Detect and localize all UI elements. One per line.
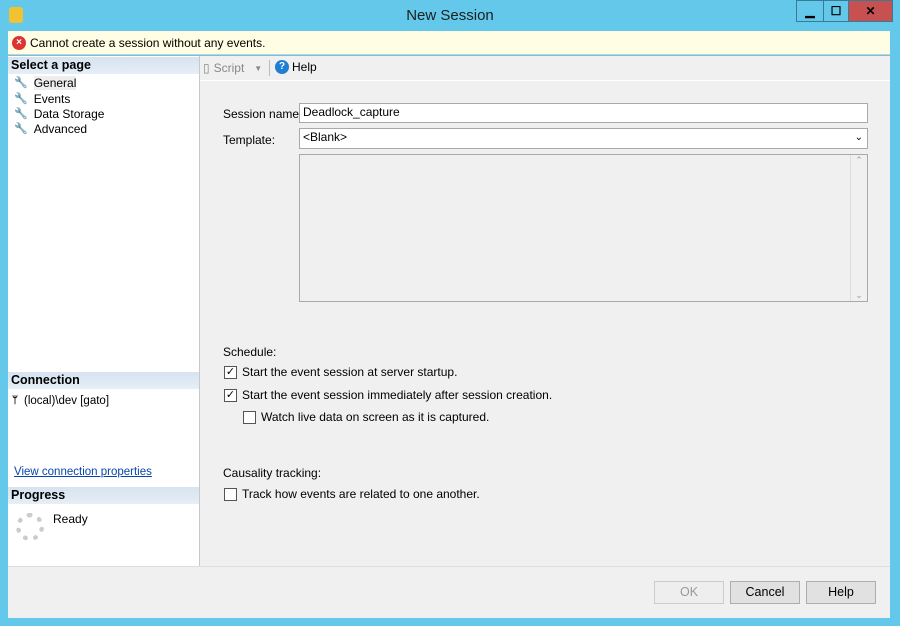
- sidebar-item-advanced[interactable]: 🔧 Advanced: [14, 121, 87, 136]
- startup-checkbox[interactable]: ✓: [224, 365, 237, 379]
- template-value: <Blank>: [303, 130, 348, 144]
- connection-header: Connection: [8, 372, 199, 389]
- schedule-label: Schedule:: [223, 345, 277, 359]
- script-button[interactable]: ▯ Script ▼: [203, 61, 262, 75]
- sidebar-item-label: Events: [33, 91, 71, 106]
- script-label: Script: [213, 61, 245, 75]
- connection-plug-icon: ᛘ: [12, 395, 18, 406]
- session-name-input[interactable]: Deadlock_capture: [299, 103, 868, 123]
- checkbox-label: Start the event session at server startu…: [242, 365, 458, 379]
- error-bar: × Cannot create a session without any ev…: [8, 31, 890, 55]
- progress-status: Ready: [53, 512, 88, 526]
- sidebar-item-label: Data Storage: [33, 106, 105, 121]
- checkbox-label: Track how events are related to one anot…: [242, 487, 480, 501]
- progress-spinner-icon: [16, 513, 44, 541]
- dropdown-arrow-icon: ▼: [254, 63, 263, 73]
- error-icon: ×: [12, 35, 26, 50]
- sidebar-item-general[interactable]: 🔧 General: [14, 75, 77, 90]
- close-icon: ✕: [865, 4, 876, 18]
- cancel-button[interactable]: Cancel: [730, 581, 800, 604]
- minimize-button[interactable]: ▁: [796, 0, 824, 22]
- main-panel: ▯ Script ▼ ? Help Session name: Deadlock_ca…: [200, 56, 890, 566]
- start-immediately-checkbox-row[interactable]: ✓ Start the event session immediately aft…: [224, 388, 552, 402]
- wrench-icon: 🔧: [14, 108, 28, 120]
- toolbar-divider: [269, 60, 270, 76]
- maximize-icon: ☐: [830, 4, 842, 18]
- sidebar-item-data-storage[interactable]: 🔧 Data Storage: [14, 106, 104, 121]
- scrollbar[interactable]: ⌃ ⌄: [850, 155, 867, 301]
- error-message: Cannot create a session without any even…: [30, 35, 266, 50]
- progress-header: Progress: [8, 487, 199, 504]
- wrench-icon: 🔧: [14, 93, 28, 105]
- minimize-icon: ▁: [805, 4, 815, 18]
- causality-checkbox[interactable]: [224, 487, 237, 501]
- causality-label: Causality tracking:: [223, 466, 322, 480]
- help-button[interactable]: Help: [806, 581, 876, 604]
- connection-info: ᛘ (local)\dev [gato]: [12, 393, 109, 408]
- help-toolbar-button[interactable]: ? Help: [275, 60, 317, 74]
- ok-button[interactable]: OK: [654, 581, 724, 604]
- causality-checkbox-row[interactable]: Track how events are related to one anot…: [224, 487, 480, 501]
- sidebar-item-events[interactable]: 🔧 Events: [14, 91, 70, 106]
- maximize-button[interactable]: ☐: [823, 0, 849, 22]
- sidebar-item-label: General: [33, 75, 77, 90]
- checkbox-label: Start the event session immediately afte…: [242, 388, 553, 402]
- template-description-textarea[interactable]: ⌃ ⌄: [299, 154, 868, 302]
- session-name-label: Session name:: [223, 107, 303, 121]
- button-bar: OK Cancel Help: [8, 566, 890, 618]
- close-button[interactable]: ✕: [848, 0, 893, 22]
- template-select[interactable]: <Blank> ⌄: [299, 128, 868, 149]
- toolbar-separator: [200, 80, 890, 81]
- connection-name: (local)\dev [gato]: [24, 394, 110, 407]
- chevron-down-icon: ⌄: [854, 132, 863, 143]
- watch-live-checkbox[interactable]: [243, 410, 256, 424]
- scroll-up-icon[interactable]: ⌃: [851, 155, 867, 166]
- start-immediately-checkbox[interactable]: ✓: [224, 388, 237, 402]
- view-connection-properties-link[interactable]: View connection properties: [14, 466, 152, 478]
- sidebar-item-label: Advanced: [33, 121, 88, 136]
- watch-live-checkbox-row[interactable]: Watch live data on screen as it is captu…: [243, 410, 489, 424]
- window-title: New Session: [406, 7, 494, 24]
- help-icon: ?: [275, 60, 289, 74]
- checkbox-label: Watch live data on screen as it is captu…: [261, 410, 490, 424]
- help-label: Help: [292, 60, 317, 74]
- sidebar: Select a page 🔧 General 🔧 Events 🔧 Data Sto…: [8, 56, 200, 566]
- script-icon: ▯: [203, 61, 210, 75]
- template-label: Template:: [223, 133, 276, 147]
- scroll-down-icon[interactable]: ⌄: [851, 290, 867, 301]
- select-page-header: Select a page: [8, 57, 199, 74]
- wrench-icon: 🔧: [14, 123, 28, 135]
- startup-checkbox-row[interactable]: ✓ Start the event session at server start…: [224, 365, 457, 379]
- wrench-icon: 🔧: [14, 77, 28, 89]
